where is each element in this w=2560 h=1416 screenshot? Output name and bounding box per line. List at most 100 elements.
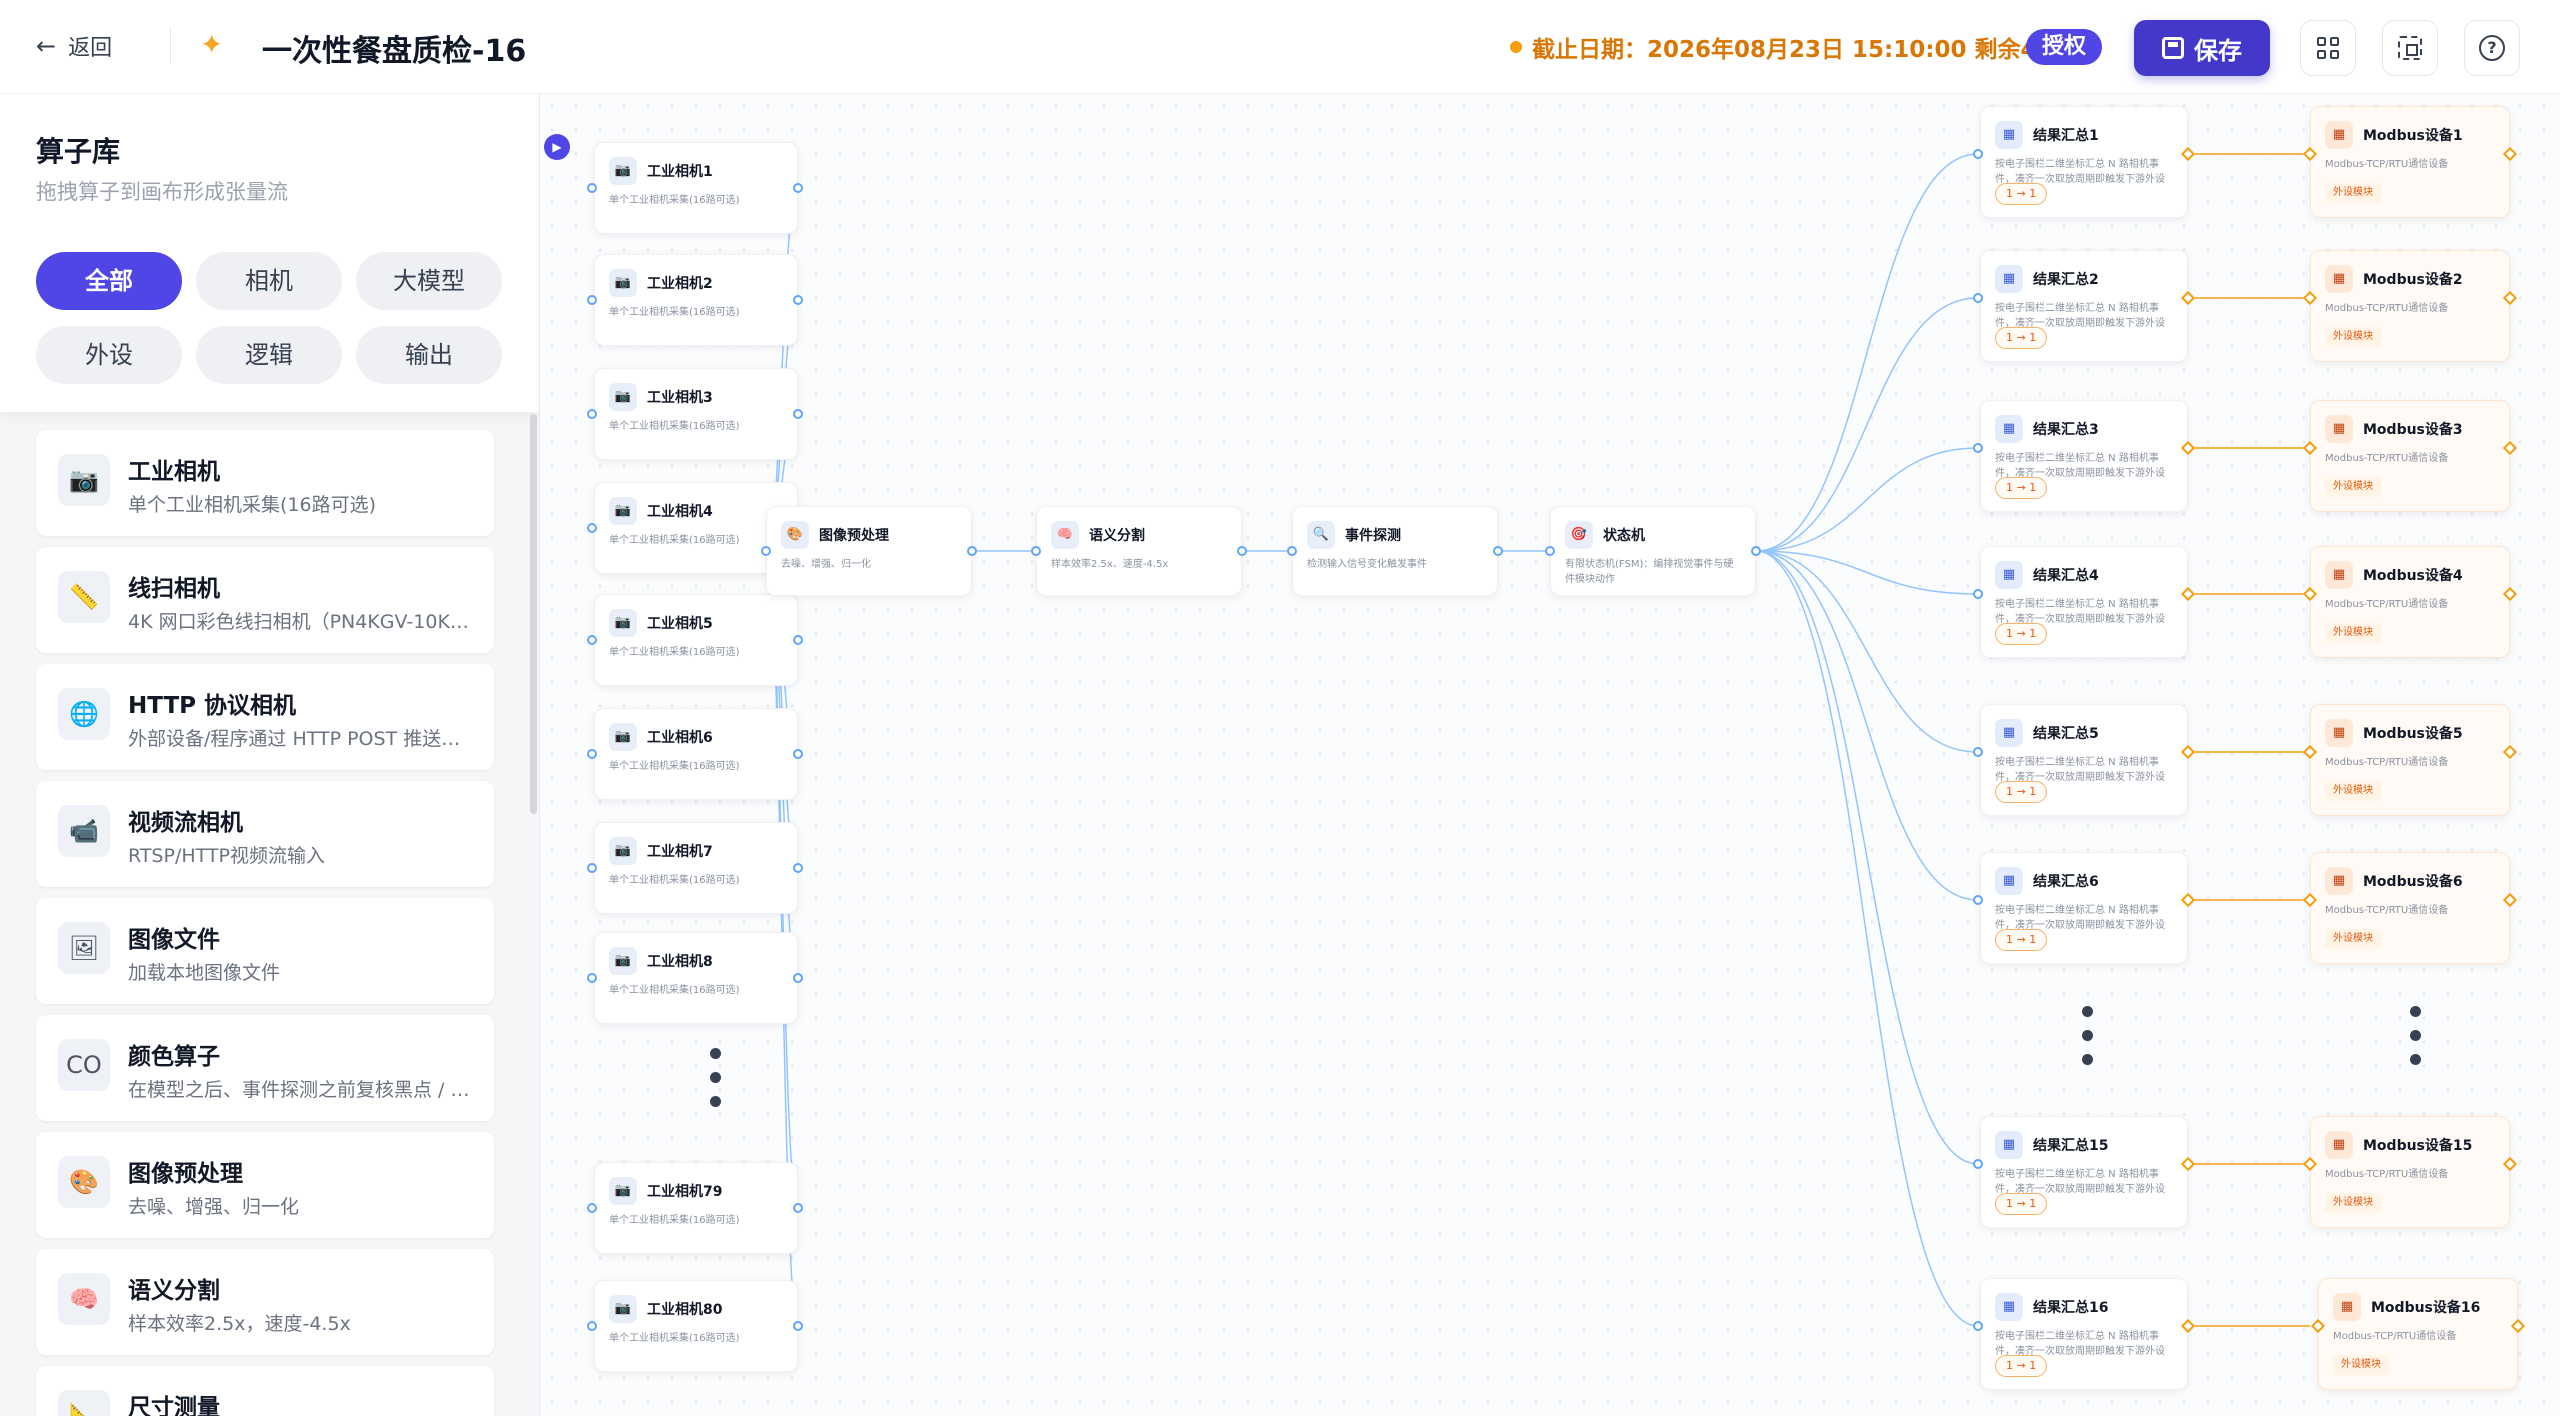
- connection-edge: [1755, 550, 1979, 1327]
- pipeline-node[interactable]: 🧠 语义分割 样本效率2.5x、速度-4.5x: [1036, 506, 1242, 596]
- port-handle[interactable]: [793, 409, 803, 419]
- summary-node[interactable]: ▦ 结果汇总15 按电子围栏二维坐标汇总 N 路相机事件，凑齐一次取放周期即触发下游…: [1980, 1116, 2188, 1228]
- port-handle[interactable]: [1973, 895, 1983, 905]
- port-handle[interactable]: [793, 295, 803, 305]
- port-handle[interactable]: [793, 635, 803, 645]
- modbus-device-node[interactable]: ▦ Modbus设备5 Modbus-TCP/RTU通信设备 外设模块: [2310, 704, 2510, 816]
- summary-node[interactable]: ▦ 结果汇总6 按电子围栏二维坐标汇总 N 路相机事件，凑齐一次取放周期即触发下游外…: [1980, 852, 2188, 964]
- brain-icon: 🧠: [58, 1273, 110, 1325]
- port-handle[interactable]: [587, 183, 597, 193]
- operator-card[interactable]: 📏 线扫相机 4K 网口彩色线扫相机（PN4KGV-10K…: [36, 547, 494, 653]
- pipeline-node[interactable]: 🎯 状态机 有限状态机(FSM)：编排视觉事件与硬件模块动作: [1550, 506, 1756, 596]
- summary-node[interactable]: ▦ 结果汇总1 按电子围栏二维坐标汇总 N 路相机事件，凑齐一次取放周期即触发下游外…: [1980, 106, 2188, 218]
- port-handle[interactable]: [793, 183, 803, 193]
- category-tab[interactable]: 逻辑: [196, 326, 342, 384]
- port-handle[interactable]: [1493, 546, 1503, 556]
- camera-node[interactable]: 📷 工业相机8 单个工业相机采集(16路可选): [594, 932, 798, 1024]
- pipeline-node[interactable]: 🔍 事件探测 检测输入信号变化触发事件: [1292, 506, 1498, 596]
- port-handle[interactable]: [587, 749, 597, 759]
- port-handle[interactable]: [1973, 293, 1983, 303]
- camera-node[interactable]: 📷 工业相机79 单个工业相机采集(16路可选): [594, 1162, 798, 1254]
- modbus-device-node[interactable]: ▦ Modbus设备4 Modbus-TCP/RTU通信设备 外设模块: [2310, 546, 2510, 658]
- camera-node[interactable]: 📷 工业相机3 单个工业相机采集(16路可选): [594, 368, 798, 460]
- port-handle[interactable]: [587, 409, 597, 419]
- camera-node[interactable]: 📷 工业相机80 单个工业相机采集(16路可选): [594, 1280, 798, 1372]
- summary-node[interactable]: ▦ 结果汇总5 按电子围栏二维坐标汇总 N 路相机事件，凑齐一次取放周期即触发下游外…: [1980, 704, 2188, 816]
- port-handle[interactable]: [1545, 546, 1555, 556]
- modbus-device-node[interactable]: ▦ Modbus设备15 Modbus-TCP/RTU通信设备 外设模块: [2310, 1116, 2510, 1228]
- sum-icon: ▦: [1995, 561, 2023, 589]
- port-handle[interactable]: [1973, 747, 1983, 757]
- plug-icon: ▦: [2325, 719, 2353, 747]
- summary-node[interactable]: ▦ 结果汇总3 按电子围栏二维坐标汇总 N 路相机事件，凑齐一次取放周期即触发下游外…: [1980, 400, 2188, 512]
- modbus-device-node[interactable]: ▦ Modbus设备3 Modbus-TCP/RTU通信设备 外设模块: [2310, 400, 2510, 512]
- port-handle[interactable]: [1751, 546, 1761, 556]
- category-tab[interactable]: 输出: [356, 326, 502, 384]
- port-handle[interactable]: [793, 1203, 803, 1213]
- camera-icon: 📷: [609, 1295, 637, 1323]
- summary-node[interactable]: ▦ 结果汇总4 按电子围栏二维坐标汇总 N 路相机事件，凑齐一次取放周期即触发下游外…: [1980, 546, 2188, 658]
- port-handle[interactable]: [1973, 149, 1983, 159]
- category-tab[interactable]: 外设: [36, 326, 182, 384]
- category-tab[interactable]: 大模型: [356, 252, 502, 310]
- sidebar-scrollbar[interactable]: [530, 414, 537, 814]
- modbus-device-node[interactable]: ▦ Modbus设备6 Modbus-TCP/RTU通信设备 外设模块: [2310, 852, 2510, 964]
- port-handle[interactable]: [587, 863, 597, 873]
- port-handle[interactable]: [1237, 546, 1247, 556]
- port-handle[interactable]: [793, 749, 803, 759]
- operator-card[interactable]: 📹 视频流相机 RTSP/HTTP视频流输入: [36, 781, 494, 887]
- camera-node[interactable]: 📷 工业相机1 单个工业相机采集(16路可选): [594, 142, 798, 234]
- port-handle[interactable]: [793, 973, 803, 983]
- port-handle[interactable]: [967, 546, 977, 556]
- summary-node[interactable]: ▦ 结果汇总2 按电子围栏二维坐标汇总 N 路相机事件，凑齐一次取放周期即触发下游外…: [1980, 250, 2188, 362]
- modbus-device-node[interactable]: ▦ Modbus设备2 Modbus-TCP/RTU通信设备 外设模块: [2310, 250, 2510, 362]
- connection-edge: [1755, 550, 1979, 753]
- operator-card[interactable]: CO 颜色算子 在模型之后、事件探测之前复核黑点 / …: [36, 1015, 494, 1121]
- summary-node[interactable]: ▦ 结果汇总16 按电子围栏二维坐标汇总 N 路相机事件，凑齐一次取放周期即触发下游…: [1980, 1278, 2188, 1390]
- modbus-device-node[interactable]: ▦ Modbus设备16 Modbus-TCP/RTU通信设备 外设模块: [2318, 1278, 2518, 1390]
- fit-view-button[interactable]: [2382, 20, 2438, 76]
- operator-card[interactable]: 🧠 语义分割 样本效率2.5x，速度-4.5x: [36, 1249, 494, 1355]
- layout-grid-button[interactable]: [2300, 20, 2356, 76]
- camera-node[interactable]: 📷 工业相机7 单个工业相机采集(16路可选): [594, 822, 798, 914]
- port-handle[interactable]: [761, 546, 771, 556]
- port-handle[interactable]: [1287, 546, 1297, 556]
- run-flow-button[interactable]: ▶: [544, 134, 570, 160]
- deadline-text: 截止日期：2026年08月23日 15:10:00 剩余4天: [1532, 37, 2060, 63]
- port-handle[interactable]: [1973, 589, 1983, 599]
- category-tab[interactable]: 全部: [36, 252, 182, 310]
- port-handle[interactable]: [587, 1203, 597, 1213]
- operator-card[interactable]: 📐 尺寸测量: [36, 1366, 494, 1416]
- camera-node[interactable]: 📷 工业相机2 单个工业相机采集(16路可选): [594, 254, 798, 346]
- port-handle[interactable]: [587, 973, 597, 983]
- camera-node[interactable]: 📷 工业相机5 单个工业相机采集(16路可选): [594, 594, 798, 686]
- operator-card[interactable]: 🖼 图像文件 加载本地图像文件: [36, 898, 494, 1004]
- back-button[interactable]: ← 返回: [36, 30, 112, 62]
- port-handle[interactable]: [587, 635, 597, 645]
- port-handle[interactable]: [793, 1321, 803, 1331]
- port-handle[interactable]: [587, 295, 597, 305]
- port-handle[interactable]: [587, 1321, 597, 1331]
- port-handle[interactable]: [1031, 546, 1041, 556]
- operator-card[interactable]: 🎨 图像预处理 去噪、增强、归一化: [36, 1132, 494, 1238]
- node-title: 工业相机3: [647, 390, 713, 406]
- operator-card[interactable]: 🌐 HTTP 协议相机 外部设备/程序通过 HTTP POST 推送…: [36, 664, 494, 770]
- port-handle[interactable]: [587, 523, 597, 533]
- port-handle[interactable]: [1973, 1159, 1983, 1169]
- operator-card[interactable]: 📷 工业相机 单个工业相机采集(16路可选): [36, 430, 494, 536]
- help-button[interactable]: ?: [2464, 20, 2520, 76]
- port-handle[interactable]: [1973, 1321, 1983, 1331]
- category-tab[interactable]: 相机: [196, 252, 342, 310]
- brain-icon: 🧠: [1051, 521, 1079, 549]
- top-bar: ← 返回 ✦ 一次性餐盘质检-16 截止日期：2026年08月23日 15:10…: [0, 0, 2560, 94]
- node-title: 工业相机6: [647, 730, 713, 746]
- ratio-badge: 1 → 1: [1995, 1193, 2048, 1215]
- camera-node[interactable]: 📷 工业相机6 单个工业相机采集(16路可选): [594, 708, 798, 800]
- save-button[interactable]: 保存: [2134, 20, 2270, 76]
- port-handle[interactable]: [793, 863, 803, 873]
- flow-canvas[interactable]: ▶ 📷 工业相机1 单个工业相机采集(16路可选) 📷 工业相机2 单个工业相机采集(16…: [540, 94, 2560, 1416]
- port-handle[interactable]: [1973, 443, 1983, 453]
- auth-badge[interactable]: 授权: [2026, 29, 2103, 65]
- modbus-device-node[interactable]: ▦ Modbus设备1 Modbus-TCP/RTU通信设备 外设模块: [2310, 106, 2510, 218]
- pipeline-node[interactable]: 🎨 图像预处理 去噪、增强、归一化: [766, 506, 972, 596]
